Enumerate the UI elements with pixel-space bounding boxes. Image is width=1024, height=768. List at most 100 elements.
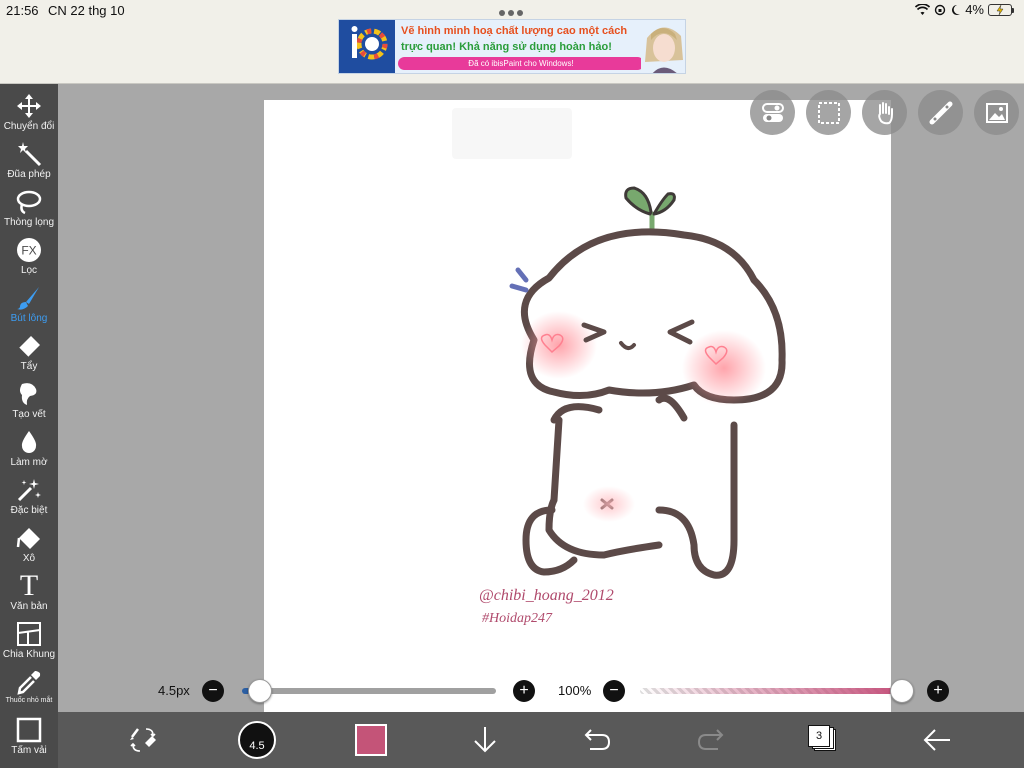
ruler-icon bbox=[929, 101, 952, 124]
plus-icon: + bbox=[519, 682, 529, 699]
frame-divider-icon bbox=[14, 620, 44, 648]
tool-label: Văn bản bbox=[10, 601, 48, 612]
brush-size-decrease-button[interactable]: − bbox=[202, 680, 224, 702]
tool-label: Xô bbox=[22, 553, 36, 564]
tool-label: Tạo vết bbox=[12, 409, 46, 420]
multitask-dots[interactable] bbox=[499, 10, 523, 16]
minus-icon: − bbox=[609, 682, 619, 699]
layers-icon: 3 bbox=[808, 725, 838, 755]
tool-label: Thòng lọng bbox=[3, 217, 55, 228]
brush-size-knob[interactable] bbox=[247, 679, 272, 703]
brush-size-increase-button[interactable]: + bbox=[513, 680, 535, 702]
brush-size-value: 4.5 bbox=[249, 740, 265, 752]
tool-lasso[interactable]: Thòng lọng bbox=[0, 188, 58, 236]
canvas-info-panel[interactable] bbox=[452, 108, 572, 159]
brush-size-label: 4.5px bbox=[158, 683, 190, 698]
tool-text[interactable]: T Văn bản bbox=[0, 569, 58, 620]
tool-sidebar: Chuyển đổi Đũa phép Thòng lọng FX Lọc Bú… bbox=[0, 84, 58, 768]
tool-label: Đặc biệt bbox=[10, 505, 48, 516]
opacity-increase-button[interactable]: + bbox=[927, 680, 949, 702]
toggle-icon bbox=[761, 102, 784, 122]
tool-eyedropper[interactable]: Thuốc nhỏ mắt bbox=[0, 668, 58, 716]
layer-count: 3 bbox=[815, 730, 823, 742]
back-button[interactable] bbox=[914, 712, 960, 768]
drawing-canvas[interactable]: @chibi_hoang_2012 #Hoidap247 bbox=[264, 100, 891, 728]
smudge-icon bbox=[14, 380, 44, 408]
artwork-drawing: @chibi_hoang_2012 #Hoidap247 bbox=[479, 186, 786, 626]
tool-transform[interactable]: Chuyển đổi bbox=[0, 92, 58, 140]
moon-icon bbox=[952, 4, 961, 15]
opacity-knob[interactable] bbox=[890, 679, 914, 703]
fx-filter-icon: FX bbox=[14, 236, 44, 264]
undo-button[interactable] bbox=[574, 712, 620, 768]
lasso-icon bbox=[14, 188, 44, 216]
status-time: 21:56 bbox=[6, 3, 39, 18]
text-icon: T bbox=[14, 569, 44, 602]
magic-wand-icon bbox=[14, 140, 44, 168]
battery-percent: 4% bbox=[965, 2, 984, 17]
brush-size-slider[interactable] bbox=[242, 688, 496, 694]
canvas-icon bbox=[14, 716, 44, 744]
bucket-icon bbox=[14, 524, 44, 552]
tool-label: Chia Khung bbox=[2, 649, 56, 660]
tool-smudge[interactable]: Tạo vết bbox=[0, 380, 58, 428]
layers-button[interactable]: 3 bbox=[800, 712, 846, 768]
opacity-label: 100% bbox=[558, 683, 592, 698]
fx-badge-text: FX bbox=[21, 244, 36, 258]
tool-label: Chuyển đổi bbox=[3, 121, 55, 132]
eraser-icon bbox=[14, 332, 44, 360]
move-icon bbox=[14, 92, 44, 120]
eyedropper-icon bbox=[14, 668, 44, 696]
ruler-button[interactable] bbox=[918, 90, 963, 135]
text-glyph: T bbox=[19, 569, 39, 602]
ad-banner[interactable]: iP Vẽ hình minh hoạ chất lượng cao một c… bbox=[338, 19, 686, 74]
tool-filter[interactable]: FX Lọc bbox=[0, 236, 58, 284]
battery-icon bbox=[988, 3, 1014, 16]
opacity-decrease-button[interactable]: − bbox=[603, 680, 625, 702]
opacity-slider[interactable] bbox=[640, 688, 902, 694]
arrow-down-icon bbox=[474, 727, 496, 753]
brush-settings-button[interactable]: 4.5 bbox=[234, 712, 280, 768]
selection-button[interactable] bbox=[806, 90, 851, 135]
tool-label: Thuốc nhỏ mắt bbox=[5, 697, 53, 704]
tool-label: Lọc bbox=[20, 265, 38, 276]
tool-label: Tẩy bbox=[20, 361, 38, 372]
swap-tool-button[interactable] bbox=[120, 712, 166, 768]
swap-brush-eraser-icon bbox=[130, 728, 156, 752]
tool-blur[interactable]: Làm mờ bbox=[0, 428, 58, 476]
watermark-hashtag: #Hoidap247 bbox=[482, 611, 553, 626]
hand-tool-button[interactable] bbox=[862, 90, 907, 135]
status-bar: 21:56 CN 22 thg 10 4% iP Vẽ hình minh ho… bbox=[0, 0, 1024, 84]
reference-image-button[interactable] bbox=[974, 90, 1019, 135]
chibi-character bbox=[509, 186, 786, 579]
tool-brush[interactable]: Bút lông bbox=[0, 284, 58, 332]
blur-icon bbox=[14, 428, 44, 456]
color-picker-button[interactable] bbox=[348, 712, 394, 768]
status-icons: 4% bbox=[915, 2, 1014, 17]
brush-preview-icon: 4.5 bbox=[238, 721, 276, 759]
ad-headline-1: Vẽ hình minh hoạ chất lượng cao một cách bbox=[401, 25, 628, 37]
tool-bucket[interactable]: Xô bbox=[0, 524, 58, 572]
special-icon bbox=[14, 476, 44, 504]
rotation-lock-icon bbox=[935, 4, 946, 15]
watermark-handle: @chibi_hoang_2012 bbox=[479, 587, 614, 604]
tool-magic-wand[interactable]: Đũa phép bbox=[0, 140, 58, 188]
tool-canvas[interactable]: Tấm vải bbox=[0, 716, 58, 764]
ibispaint-logo: iP bbox=[339, 20, 395, 73]
selection-icon bbox=[817, 101, 840, 124]
tool-label: Tấm vải bbox=[11, 745, 47, 756]
tool-label: Đũa phép bbox=[7, 169, 51, 180]
current-color-swatch bbox=[355, 724, 387, 756]
redo-icon bbox=[697, 729, 724, 750]
plus-icon: + bbox=[933, 682, 943, 699]
ad-character-image bbox=[641, 20, 685, 73]
minus-icon: − bbox=[208, 682, 218, 699]
layer-toggle-button[interactable] bbox=[750, 90, 795, 135]
tool-frame-divider[interactable]: Chia Khung bbox=[0, 620, 58, 668]
tool-label: Bút lông bbox=[10, 313, 48, 324]
undo-icon bbox=[584, 729, 611, 750]
tool-special[interactable]: Đặc biệt bbox=[0, 476, 58, 524]
brush-menu-button[interactable] bbox=[462, 712, 508, 768]
redo-button[interactable] bbox=[688, 712, 734, 768]
tool-eraser[interactable]: Tẩy bbox=[0, 332, 58, 380]
